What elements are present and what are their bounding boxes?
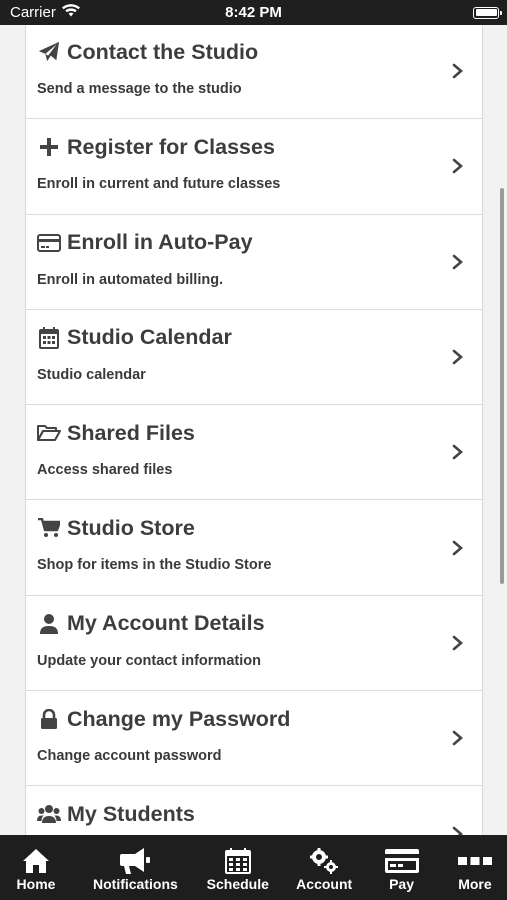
plus-icon [37,136,61,158]
tab-label: Account [296,876,353,892]
tab-label: Home [16,876,56,892]
chevron-right-icon [452,349,463,365]
chevron-right-icon [452,254,463,270]
tab-label: Notifications [93,876,178,892]
menu-item-subtitle: Update your contact information [37,652,261,669]
chevron-right-icon [452,540,463,555]
chevron-right-icon [452,730,463,746]
scrollbar[interactable] [500,188,504,584]
menu-item-shared-files[interactable]: Shared Files Access shared files [26,405,482,501]
menu-item-title: Change my Password [67,706,291,731]
home-icon [23,847,49,875]
tab-schedule[interactable]: Schedule [203,835,273,900]
chevron-right-icon [452,159,463,174]
menu-item-title: Enroll in Auto-Pay [67,230,253,255]
paper-plane-icon [37,41,61,63]
shopping-cart-icon [37,517,61,539]
lock-icon [37,708,61,730]
credit-card-icon [384,847,419,875]
menu-item-subtitle: Send a message to the studio [37,81,242,97]
user-icon [37,613,61,635]
chevron-right-icon [452,826,463,835]
calendar-grid-icon [224,847,251,875]
menu-item-title: Studio Store [67,515,195,540]
chevron-right-icon [452,635,463,651]
status-left: Carrier [10,4,80,21]
credit-card-icon [37,232,61,254]
gears-icon [310,847,339,875]
tab-notifications[interactable]: Notifications [87,835,183,900]
folder-open-icon [37,422,61,444]
menu-item-register-classes[interactable]: Register for Classes Enroll in current a… [26,119,482,215]
megaphone-icon [120,847,151,875]
status-bar: Carrier 8:42 PM [0,0,507,25]
battery-icon [473,6,502,19]
menu-scroll-area[interactable]: Contact the Studio Send a message to the… [0,25,507,835]
menu-item-subtitle: Enroll in current and future classes [37,176,281,193]
carrier-label: Carrier [10,4,56,21]
menu-item-title: My Account Details [67,611,265,636]
menu-item-contact-studio[interactable]: Contact the Studio Send a message to the… [26,25,482,120]
menu-item-auto-pay[interactable]: Enroll in Auto-Pay Enroll in automated b… [26,214,482,310]
menu-item-subtitle: Studio calendar [37,366,146,383]
menu-item-subtitle: Change account password [37,748,222,765]
menu-item-subtitle: Access shared files [37,462,173,479]
tab-home[interactable]: Home [4,835,68,900]
menu-item-my-students[interactable]: My Students [26,786,482,835]
menu-item-studio-calendar[interactable]: Studio Calendar Studio calendar [26,309,482,406]
menu-item-subtitle: Shop for items in the Studio Store [37,557,272,574]
menu-item-title: Contact the Studio [67,39,259,64]
menu-item-subtitle: Enroll in automated billing. [37,271,224,288]
chevron-right-icon [452,63,463,79]
menu-item-account-details[interactable]: My Account Details Update your contact i… [26,595,482,692]
more-dots-icon [457,847,492,875]
menu-item-studio-store[interactable]: Studio Store Shop for items in the Studi… [26,500,482,596]
tab-more[interactable]: More [447,835,503,900]
menu-list: Contact the Studio Send a message to the… [25,25,483,835]
wifi-icon [61,4,80,21]
users-icon [37,803,61,825]
tab-bar: Home Notifications Schedule Account Pay … [0,835,507,900]
menu-item-title: Register for Classes [67,134,275,159]
tab-label: More [458,876,492,892]
chevron-right-icon [452,445,463,460]
menu-item-title: Studio Calendar [67,325,232,350]
menu-item-title: My Students [67,801,195,826]
menu-item-title: Shared Files [67,420,195,445]
calendar-icon [37,326,61,349]
menu-item-change-password[interactable]: Change my Password Change account passwo… [26,691,482,787]
tab-label: Schedule [206,876,269,892]
tab-account[interactable]: Account [292,835,356,900]
tab-label: Pay [389,876,415,892]
tab-pay[interactable]: Pay [376,835,428,900]
